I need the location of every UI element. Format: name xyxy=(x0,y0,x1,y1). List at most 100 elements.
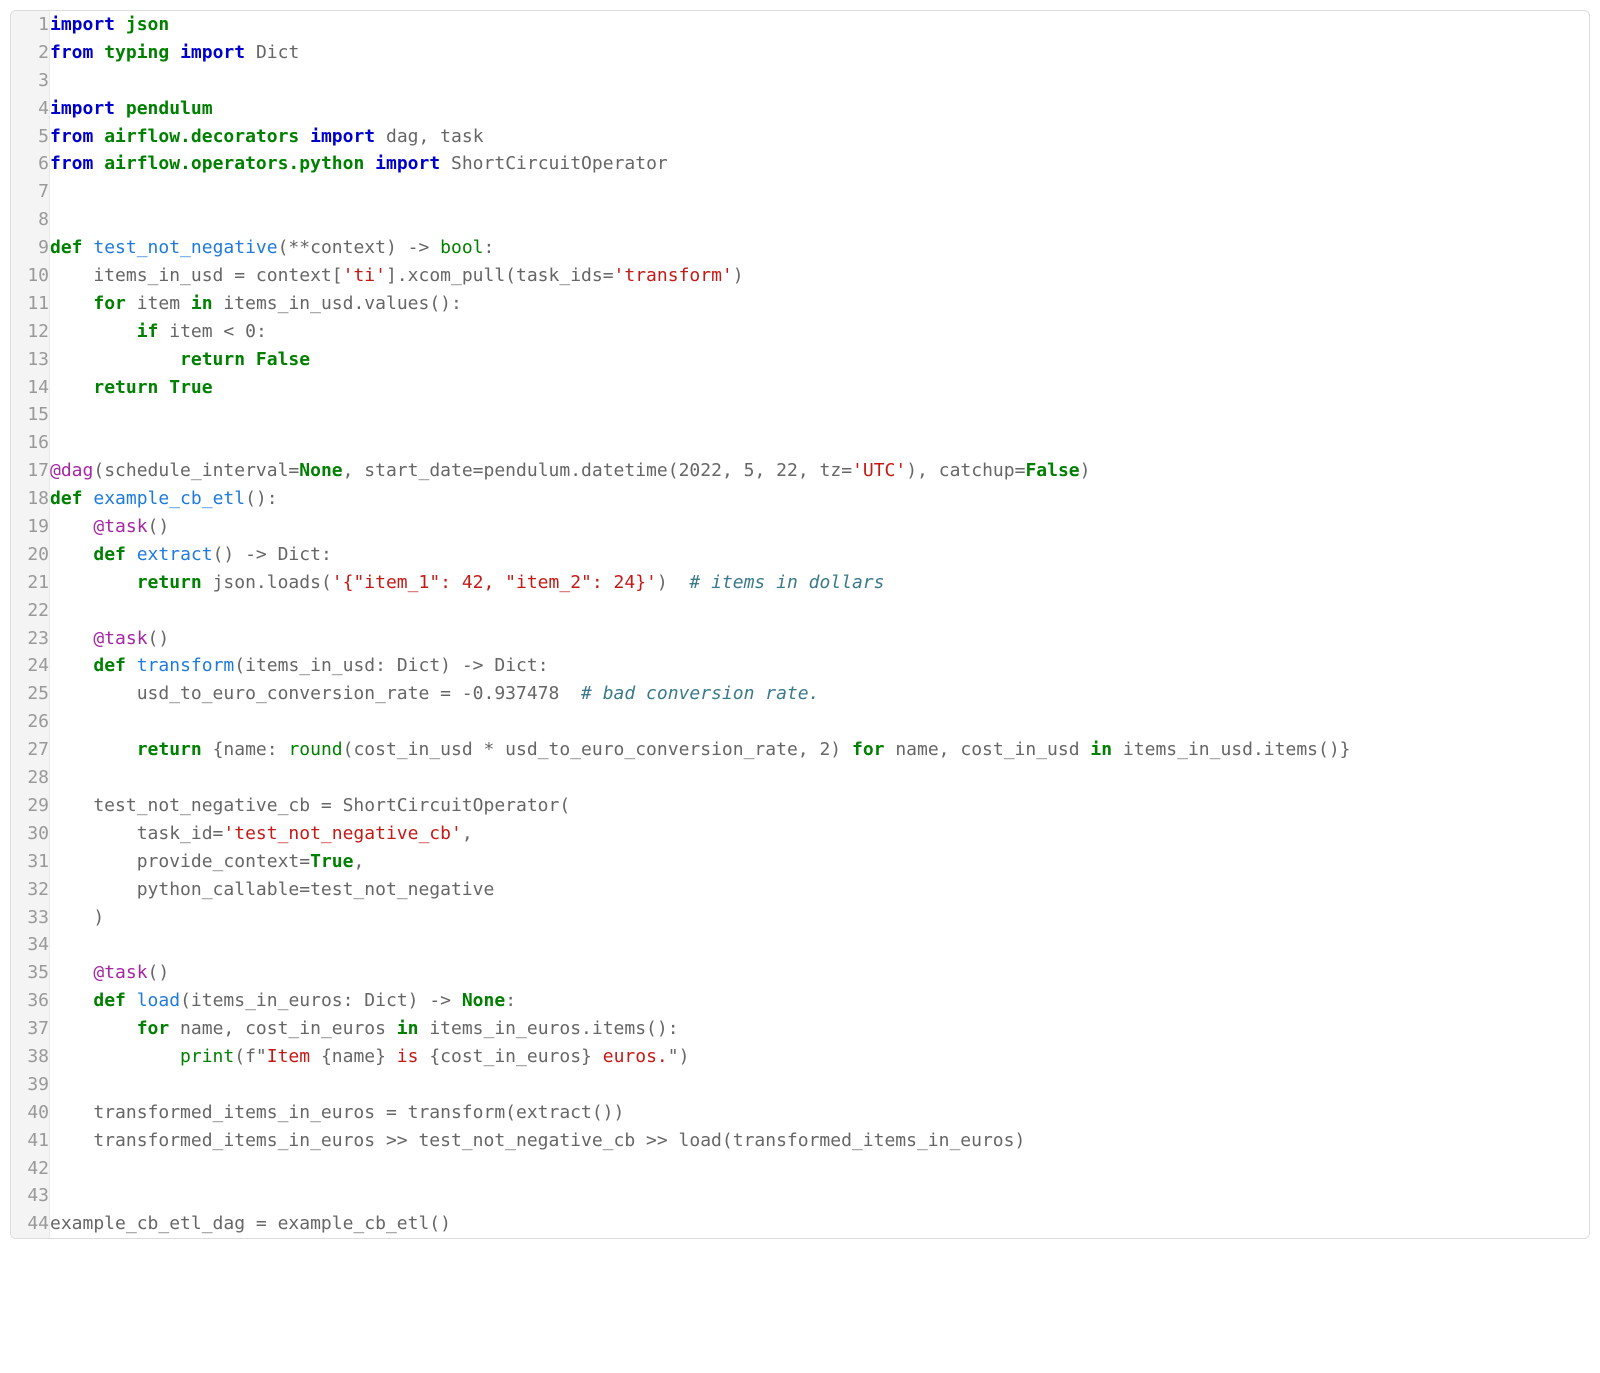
code-content[interactable] xyxy=(50,1071,1590,1099)
code-content[interactable]: task_id='test_not_negative_cb', xyxy=(50,820,1590,848)
line-number: 38 xyxy=(11,1043,50,1071)
line-number: 15 xyxy=(11,401,50,429)
code-content[interactable] xyxy=(50,708,1590,736)
code-line: 33 ) xyxy=(11,904,1589,932)
code-line: 16 xyxy=(11,429,1589,457)
line-number: 23 xyxy=(11,625,50,653)
code-content[interactable] xyxy=(50,206,1590,234)
code-line: 39 xyxy=(11,1071,1589,1099)
code-content[interactable]: ) xyxy=(50,904,1590,932)
code-content[interactable] xyxy=(50,1155,1590,1183)
line-number: 30 xyxy=(11,820,50,848)
code-content[interactable] xyxy=(50,178,1590,206)
code-content[interactable]: import pendulum xyxy=(50,95,1590,123)
code-line: 40 transformed_items_in_euros = transfor… xyxy=(11,1099,1589,1127)
code-line: 21 return json.loads('{"item_1": 42, "it… xyxy=(11,569,1589,597)
line-number: 34 xyxy=(11,931,50,959)
code-content[interactable]: @task() xyxy=(50,513,1590,541)
line-number: 20 xyxy=(11,541,50,569)
code-line: 1import json xyxy=(11,11,1589,39)
line-number: 6 xyxy=(11,150,50,178)
line-number: 24 xyxy=(11,652,50,680)
code-line: 29 test_not_negative_cb = ShortCircuitOp… xyxy=(11,792,1589,820)
line-number: 41 xyxy=(11,1127,50,1155)
code-content[interactable]: return {name: round(cost_in_usd * usd_to… xyxy=(50,736,1590,764)
code-content[interactable]: from airflow.operators.python import Sho… xyxy=(50,150,1590,178)
line-number: 27 xyxy=(11,736,50,764)
code-content[interactable]: return True xyxy=(50,374,1590,402)
code-content[interactable]: if item < 0: xyxy=(50,318,1590,346)
code-content[interactable]: transformed_items_in_euros >> test_not_n… xyxy=(50,1127,1590,1155)
line-number: 9 xyxy=(11,234,50,262)
code-content[interactable] xyxy=(50,764,1590,792)
code-content[interactable] xyxy=(50,597,1590,625)
line-number: 8 xyxy=(11,206,50,234)
line-number: 11 xyxy=(11,290,50,318)
code-content[interactable]: provide_context=True, xyxy=(50,848,1590,876)
code-content[interactable]: def load(items_in_euros: Dict) -> None: xyxy=(50,987,1590,1015)
code-content[interactable]: def transform(items_in_usd: Dict) -> Dic… xyxy=(50,652,1590,680)
line-number: 40 xyxy=(11,1099,50,1127)
code-line: 34 xyxy=(11,931,1589,959)
code-content[interactable]: print(f"Item {name} is {cost_in_euros} e… xyxy=(50,1043,1590,1071)
code-content[interactable]: return False xyxy=(50,346,1590,374)
code-table: 1import json2from typing import Dict3 4i… xyxy=(11,11,1589,1238)
code-line: 25 usd_to_euro_conversion_rate = -0.9374… xyxy=(11,680,1589,708)
code-content[interactable] xyxy=(50,67,1590,95)
code-content[interactable]: def example_cb_etl(): xyxy=(50,485,1590,513)
code-content[interactable]: example_cb_etl_dag = example_cb_etl() xyxy=(50,1210,1590,1238)
code-line: 7 xyxy=(11,178,1589,206)
line-number: 35 xyxy=(11,959,50,987)
line-number: 13 xyxy=(11,346,50,374)
code-line: 27 return {name: round(cost_in_usd * usd… xyxy=(11,736,1589,764)
line-number: 43 xyxy=(11,1182,50,1210)
code-line: 35 @task() xyxy=(11,959,1589,987)
code-content[interactable]: from airflow.decorators import dag, task xyxy=(50,123,1590,151)
code-line: 43 xyxy=(11,1182,1589,1210)
code-content[interactable]: transformed_items_in_euros = transform(e… xyxy=(50,1099,1590,1127)
line-number: 1 xyxy=(11,11,50,39)
code-line: 11 for item in items_in_usd.values(): xyxy=(11,290,1589,318)
line-number: 22 xyxy=(11,597,50,625)
code-line: 3 xyxy=(11,67,1589,95)
code-content[interactable]: @task() xyxy=(50,625,1590,653)
code-content[interactable]: usd_to_euro_conversion_rate = -0.937478 … xyxy=(50,680,1590,708)
line-number: 37 xyxy=(11,1015,50,1043)
line-number: 25 xyxy=(11,680,50,708)
code-content[interactable]: @task() xyxy=(50,959,1590,987)
code-line: 5from airflow.decorators import dag, tas… xyxy=(11,123,1589,151)
code-line: 15 xyxy=(11,401,1589,429)
code-content[interactable]: for name, cost_in_euros in items_in_euro… xyxy=(50,1015,1590,1043)
code-content[interactable]: python_callable=test_not_negative xyxy=(50,876,1590,904)
code-content[interactable]: def test_not_negative(**context) -> bool… xyxy=(50,234,1590,262)
line-number: 14 xyxy=(11,374,50,402)
line-number: 33 xyxy=(11,904,50,932)
line-number: 44 xyxy=(11,1210,50,1238)
code-content[interactable] xyxy=(50,429,1590,457)
code-content[interactable]: test_not_negative_cb = ShortCircuitOpera… xyxy=(50,792,1590,820)
code-line: 41 transformed_items_in_euros >> test_no… xyxy=(11,1127,1589,1155)
code-content[interactable]: import json xyxy=(50,11,1590,39)
code-content[interactable]: @dag(schedule_interval=None, start_date=… xyxy=(50,457,1590,485)
code-content[interactable]: return json.loads('{"item_1": 42, "item_… xyxy=(50,569,1590,597)
code-content[interactable] xyxy=(50,1182,1590,1210)
code-content[interactable]: items_in_usd = context['ti'].xcom_pull(t… xyxy=(50,262,1590,290)
code-content[interactable] xyxy=(50,401,1590,429)
line-number: 39 xyxy=(11,1071,50,1099)
line-number: 26 xyxy=(11,708,50,736)
line-number: 31 xyxy=(11,848,50,876)
code-content[interactable]: for item in items_in_usd.values(): xyxy=(50,290,1590,318)
line-number: 16 xyxy=(11,429,50,457)
code-content[interactable] xyxy=(50,931,1590,959)
code-line: 42 xyxy=(11,1155,1589,1183)
code-block: 1import json2from typing import Dict3 4i… xyxy=(10,10,1590,1239)
code-line: 9def test_not_negative(**context) -> boo… xyxy=(11,234,1589,262)
code-content[interactable]: def extract() -> Dict: xyxy=(50,541,1590,569)
code-content[interactable]: from typing import Dict xyxy=(50,39,1590,67)
line-number: 29 xyxy=(11,792,50,820)
code-line: 19 @task() xyxy=(11,513,1589,541)
line-number: 7 xyxy=(11,178,50,206)
line-number: 21 xyxy=(11,569,50,597)
code-line: 4import pendulum xyxy=(11,95,1589,123)
line-number: 10 xyxy=(11,262,50,290)
